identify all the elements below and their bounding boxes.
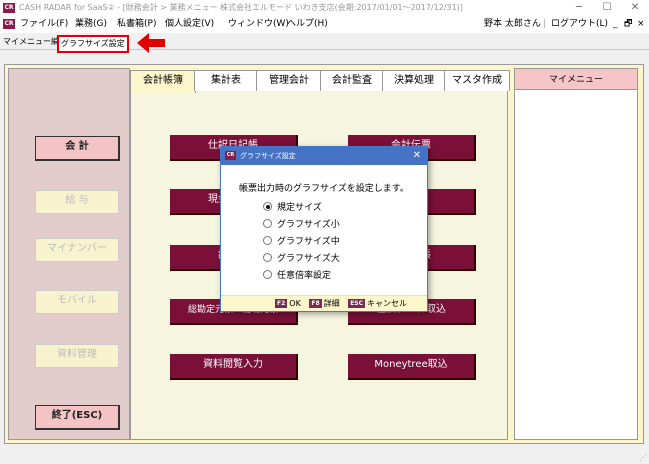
radio-label: グラフサイズ大 xyxy=(277,254,340,264)
menu-logo-icon: CR xyxy=(3,19,15,29)
dialog-message: 帳票出力時のグラフサイズを設定します。 xyxy=(239,184,409,194)
nav-docs-button[interactable]: 資料管理 xyxy=(35,344,119,368)
f2-key-icon: F2 xyxy=(275,299,288,308)
mymenu-list[interactable] xyxy=(514,90,638,440)
cancel-label: キャンセル xyxy=(367,299,408,308)
left-nav-panel: 会 計 給 与 マイナンバー モバイル 資料管理 終了(ESC) xyxy=(8,68,130,440)
tab-summary[interactable]: 集計表 xyxy=(194,70,258,91)
detail-button[interactable]: F8 詳細 xyxy=(303,299,340,308)
cancel-button[interactable]: ESC キャンセル xyxy=(342,299,407,308)
window-minimize-button[interactable]: ─ xyxy=(565,0,593,16)
radio-icon xyxy=(263,270,272,279)
window-close-button[interactable]: ✕ xyxy=(621,0,649,16)
mymenu-header: マイメニュー xyxy=(514,68,638,90)
menu-mailbox[interactable]: 私書箱(P) xyxy=(117,16,156,33)
menu-window[interactable]: ウィンドウ(W) xyxy=(228,16,289,33)
dialog-title-bar: CR グラフサイズ設定 ✕ xyxy=(221,147,427,165)
radio-size-large[interactable]: グラフサイズ大 xyxy=(263,253,340,265)
tab-graph-size-settings[interactable]: グラフサイズ設定 xyxy=(57,35,129,53)
resize-grip-icon[interactable]: ⋰ xyxy=(639,454,647,462)
exit-button[interactable]: 終了(ESC) xyxy=(35,405,120,430)
radio-selected-icon xyxy=(263,202,272,211)
esc-key-icon: ESC xyxy=(348,299,366,308)
nav-accounting-button[interactable]: 会 計 xyxy=(35,136,120,161)
window-title-bar: CR CASH RADAR for SaaS② - [財務会計 > 業務メニュー… xyxy=(0,0,649,16)
nav-payroll-button[interactable]: 給 与 xyxy=(35,190,119,214)
logout-button[interactable]: ログアウト(L) xyxy=(551,16,608,33)
mdi-minimize-button[interactable]: _ xyxy=(613,16,618,33)
radio-label: 規定サイズ xyxy=(277,203,322,213)
user-name: 野本 太郎さん xyxy=(484,19,541,29)
ok-label: OK xyxy=(289,299,301,308)
dialog-logo-icon: CR xyxy=(225,151,236,160)
tab-master[interactable]: マスタ作成 xyxy=(444,70,510,91)
dialog-close-icon[interactable]: ✕ xyxy=(413,147,421,165)
radio-size-medium[interactable]: グラフサイズ中 xyxy=(263,236,340,248)
menubar-divider: | xyxy=(543,19,547,29)
mdi-close-button[interactable]: × xyxy=(637,16,645,33)
menu-business[interactable]: 業務(G) xyxy=(75,16,107,33)
app-logo-icon: CR xyxy=(3,3,15,13)
radio-label: グラフサイズ中 xyxy=(277,237,340,247)
radio-label: グラフサイズ小 xyxy=(277,220,340,230)
radio-custom-ratio[interactable]: 任意倍率設定 xyxy=(263,270,331,282)
radio-size-small[interactable]: グラフサイズ小 xyxy=(263,219,340,231)
nav-mynumber-button[interactable]: マイナンバー xyxy=(35,238,119,262)
menu-personal-settings[interactable]: 個人設定(V) xyxy=(165,16,214,33)
doc-view-input-button[interactable]: 資料閲覧入力 xyxy=(170,354,298,380)
ok-button[interactable]: F2 OK xyxy=(269,299,301,308)
menu-help[interactable]: ヘルプ(H) xyxy=(287,16,328,33)
detail-label: 詳細 xyxy=(323,299,340,308)
menu-file[interactable]: ファイル(F) xyxy=(20,16,68,33)
toolbar-tab-strip: マイメニュー編集 グラフサイズ設定 xyxy=(0,34,649,53)
radio-icon xyxy=(263,236,272,245)
tab-audit[interactable]: 会計監査 xyxy=(320,70,384,91)
radio-default-size[interactable]: 規定サイズ xyxy=(263,202,322,214)
moneytree-import-button[interactable]: Moneytree取込 xyxy=(348,354,476,380)
menu-bar: CR ファイル(F) 業務(G) 私書箱(P) 個人設定(V) ウィンドウ(W)… xyxy=(0,16,649,33)
dialog-footer: F2 OK F8 詳細 ESC キャンセル xyxy=(221,295,427,311)
tab-closing[interactable]: 決算処理 xyxy=(382,70,446,91)
dialog-title: グラフサイズ設定 xyxy=(240,152,296,160)
mdi-restore-button[interactable]: 🗗 xyxy=(624,16,632,33)
f8-key-icon: F8 xyxy=(309,299,322,308)
red-arrow-icon xyxy=(137,33,165,53)
radio-icon xyxy=(263,219,272,228)
nav-mobile-button[interactable]: モバイル xyxy=(35,290,119,314)
tab-accounting-books[interactable]: 会計帳簿 xyxy=(130,70,196,93)
tab-management-accounting[interactable]: 管理会計 xyxy=(256,70,322,91)
window-title: CASH RADAR for SaaS② - [財務会計 > 業務メニュー 株式… xyxy=(19,3,463,12)
window-maximize-button[interactable]: ☐ xyxy=(593,0,621,16)
graph-size-dialog: CR グラフサイズ設定 ✕ 帳票出力時のグラフサイズを設定します。 規定サイズ … xyxy=(220,146,428,312)
radio-label: 任意倍率設定 xyxy=(277,271,332,281)
radio-icon xyxy=(263,253,272,262)
